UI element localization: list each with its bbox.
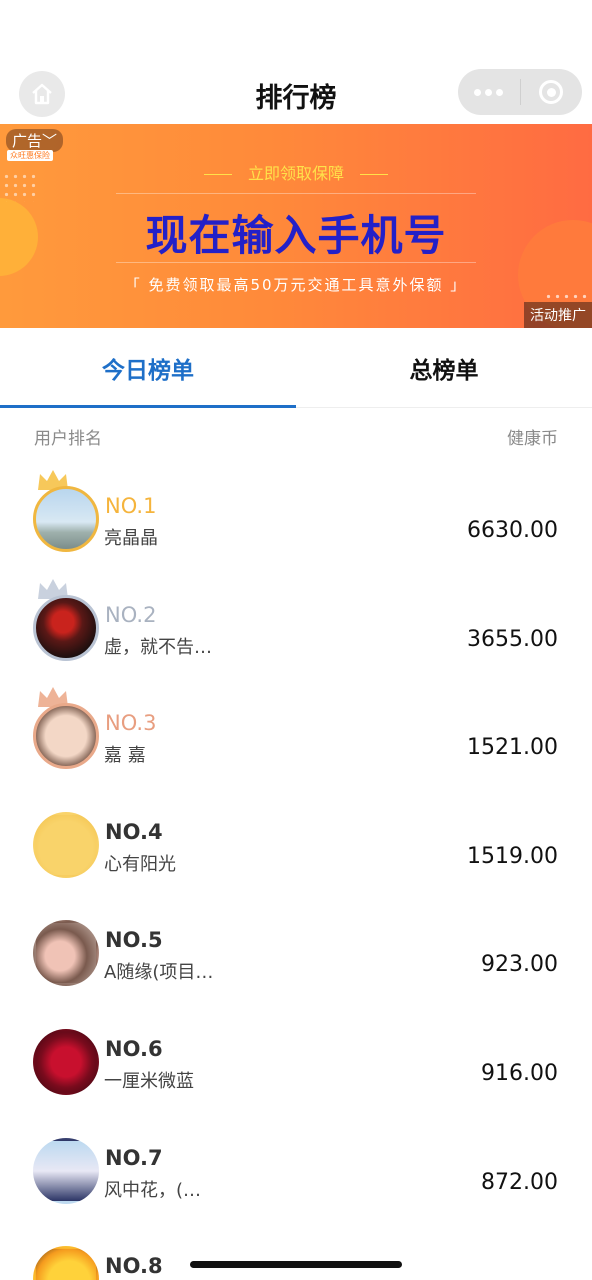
list-item[interactable]: NO.7 风中花，(… 872.00 <box>0 1120 592 1229</box>
user-name: 风中花，(… <box>104 1179 202 1201</box>
rank-number: NO.3 <box>105 711 157 736</box>
list-item[interactable]: NO.3 嘉 嘉 1521.00 <box>0 685 592 794</box>
header-user-rank: 用户排名 <box>34 429 102 449</box>
ranking-list: NO.1 亮晶晶 6630.00 NO.2 虚，就不告… 3655.00 NO.… <box>0 468 592 1280</box>
ad-headline: 现在输入手机号 <box>145 211 447 260</box>
header-health-coins: 健康币 <box>507 429 558 449</box>
rank-number: NO.1 <box>105 494 157 518</box>
ad-subtext: 「 免费领取最高50万元交通工具意外保额 」 <box>124 276 468 294</box>
home-indicator[interactable] <box>190 1261 402 1268</box>
avatar <box>33 920 99 987</box>
more-dots-icon <box>474 88 504 96</box>
ad-top-text: 立即领取保障 <box>0 160 592 184</box>
tab-total[interactable]: 总榜单 <box>296 328 592 407</box>
rank-number: NO.6 <box>105 1036 163 1061</box>
more-button[interactable] <box>458 69 520 115</box>
user-name: 一厘米微蓝 <box>104 1070 194 1092</box>
ad-divider <box>116 262 476 263</box>
ad-tag[interactable]: 广告﹀ <box>6 129 64 152</box>
mini-program-capsule <box>458 69 582 115</box>
coin-value: 1521.00 <box>467 735 558 761</box>
user-name: 亮晶晶 <box>104 528 158 549</box>
coin-value: 923.00 <box>481 952 558 978</box>
rank-number: NO.7 <box>105 1145 163 1170</box>
list-item[interactable]: NO.8 <box>0 1228 592 1280</box>
ad-banner[interactable]: 广告﹀ 众旺惠保险 立即领取保障 现在输入手机号 「 免费领取最高50万元交通工… <box>0 124 592 328</box>
close-button[interactable] <box>521 69 583 115</box>
avatar <box>33 1137 99 1204</box>
user-name: 心有阳光 <box>104 853 176 875</box>
tab-today[interactable]: 今日榜单 <box>0 328 296 408</box>
list-item[interactable]: NO.5 A随缘(项目… 923.00 <box>0 902 592 1011</box>
ad-divider <box>116 193 476 194</box>
tab-bar: 今日榜单 总榜单 <box>0 328 592 408</box>
avatar <box>33 1028 99 1095</box>
rank-number: NO.5 <box>105 928 163 953</box>
target-close-icon <box>539 80 564 104</box>
rank-number: NO.8 <box>105 1254 163 1279</box>
nav-bar: 排行榜 <box>0 64 592 124</box>
avatar <box>33 811 99 878</box>
avatar <box>33 594 99 661</box>
coin-value: 1519.00 <box>467 843 558 869</box>
coin-value: 872.00 <box>481 1169 558 1195</box>
rank-number: NO.4 <box>105 819 163 844</box>
list-item[interactable]: NO.2 虚，就不告… 3655.00 <box>0 577 592 686</box>
coin-value: 3655.00 <box>467 626 558 652</box>
coin-value: 6630.00 <box>467 518 558 543</box>
list-header: 用户排名 健康币 <box>34 424 558 449</box>
user-name: 嘉 嘉 <box>104 745 146 767</box>
ad-promo-label: 活动推广 <box>524 302 592 328</box>
list-item[interactable]: NO.6 一厘米微蓝 916.00 <box>0 1011 592 1120</box>
coin-value: 916.00 <box>481 1060 558 1086</box>
rank-number: NO.2 <box>105 602 157 627</box>
avatar <box>33 703 99 770</box>
avatar <box>33 486 99 552</box>
list-item[interactable]: NO.4 心有阳光 1519.00 <box>0 794 592 903</box>
user-name: A随缘(项目… <box>104 962 214 984</box>
avatar <box>33 1246 99 1280</box>
list-item[interactable]: NO.1 亮晶晶 6630.00 <box>0 468 592 577</box>
chevron-down-icon: ﹀ <box>42 132 58 150</box>
user-name: 虚，就不告… <box>104 636 212 658</box>
